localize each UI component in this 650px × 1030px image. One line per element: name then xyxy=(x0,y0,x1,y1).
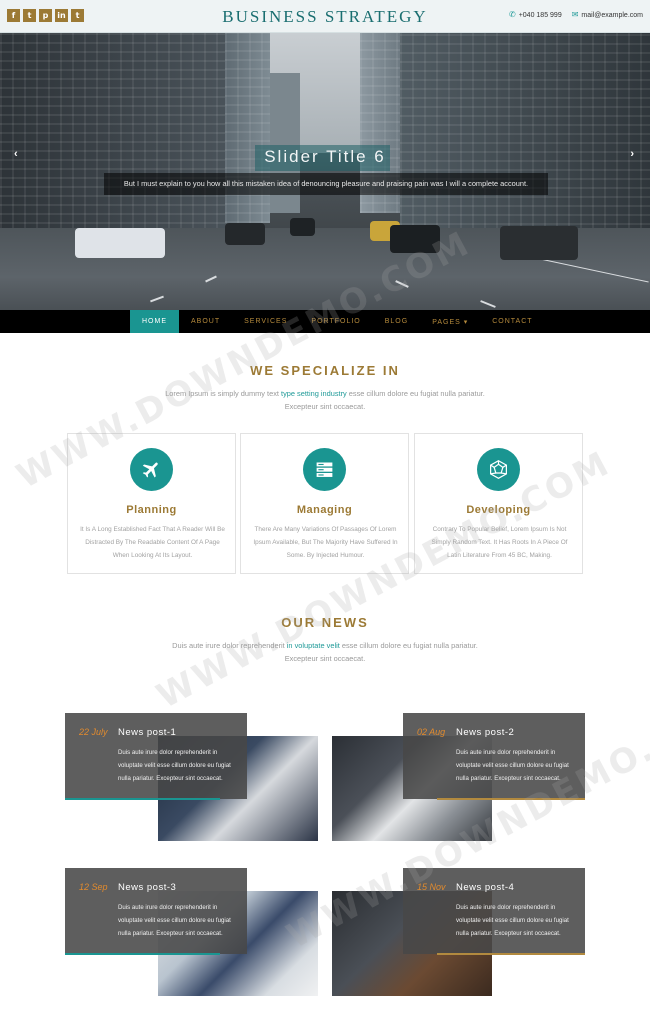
slider-image-building xyxy=(400,33,650,243)
service-card-title: Developing xyxy=(466,504,531,516)
specialize-subtitle: Lorem Ipsum is simply dummy text type se… xyxy=(0,387,650,413)
slider-image-car xyxy=(290,218,315,236)
slider-title: Slider Title 6 xyxy=(264,147,386,166)
nav-items: HOME ABOUT SERVICES PORTFOLIO BLOG PAGES… xyxy=(130,310,545,333)
news-card[interactable]: 12 Sep News post-3 Duis aute irure dolor… xyxy=(65,868,325,998)
news-divider xyxy=(65,953,220,955)
service-card-planning[interactable]: Planning It Is A Long Established Fact T… xyxy=(67,433,236,574)
specialize-subtitle-link[interactable]: type setting industry xyxy=(281,389,347,398)
news-date: 02 Aug xyxy=(417,727,446,737)
news-subtitle-text: esse cillum dolore eu fugiat nulla paria… xyxy=(339,641,478,650)
news-date: 15 Nov xyxy=(417,882,446,892)
news-divider xyxy=(437,953,585,955)
nav-contact[interactable]: CONTACT xyxy=(480,310,544,333)
top-bar: f t p in t BUSINESS STRATEGY ✆ +040 185 9… xyxy=(0,0,650,33)
contact-info: ✆ +040 185 999 ✉ mail@example.com xyxy=(509,10,643,19)
news-subtitle-text: Excepteur sint occaecat. xyxy=(284,654,366,663)
phone-contact: ✆ +040 185 999 xyxy=(509,10,562,19)
main-nav: HOME ABOUT SERVICES PORTFOLIO BLOG PAGES… xyxy=(0,310,650,333)
slider-next-icon[interactable]: › xyxy=(630,148,634,160)
nav-about[interactable]: ABOUT xyxy=(179,310,232,333)
news-excerpt: Duis aute irure dolor reprehenderit in v… xyxy=(456,904,569,937)
news-card[interactable]: 15 Nov News post-4 Duis aute irure dolor… xyxy=(332,868,592,998)
news-title-link[interactable]: News post-4 xyxy=(456,882,514,893)
news-panel: 12 Sep News post-3 Duis aute irure dolor… xyxy=(65,868,247,954)
nav-home[interactable]: HOME xyxy=(130,310,179,333)
news-card[interactable]: 02 Aug News post-2 Duis aute irure dolor… xyxy=(332,713,592,843)
news-date: 12 Sep xyxy=(79,882,108,892)
service-card-title: Planning xyxy=(126,504,177,516)
news-title-link[interactable]: News post-3 xyxy=(118,882,176,893)
slider-image-car xyxy=(225,223,265,245)
hero-slider: Slider Title 6 But I must explain to you… xyxy=(0,33,650,310)
phone-number: +040 185 999 xyxy=(518,12,562,19)
server-icon xyxy=(303,448,346,491)
news-subtitle: Duis aute irure dolor reprehenderit in v… xyxy=(0,639,650,665)
slider-prev-icon[interactable]: ‹ xyxy=(14,148,18,160)
slider-image-car xyxy=(500,226,578,260)
slider-caption: But I must explain to you how all this m… xyxy=(123,179,529,188)
page: f t p in t BUSINESS STRATEGY ✆ +040 185 9… xyxy=(0,0,650,1030)
news-date: 22 July xyxy=(79,727,108,737)
nav-portfolio[interactable]: PORTFOLIO xyxy=(299,310,372,333)
news-card[interactable]: 22 July News post-1 Duis aute irure dolo… xyxy=(65,713,325,843)
slider-image-building xyxy=(0,33,230,233)
phone-icon: ✆ xyxy=(509,10,516,19)
email-contact[interactable]: ✉ mail@example.com xyxy=(572,10,643,19)
airplane-icon xyxy=(130,448,173,491)
service-card-text: There Are Many Variations Of Passages Of… xyxy=(253,526,398,559)
news-excerpt: Duis aute irure dolor reprehenderit in v… xyxy=(118,749,231,782)
service-card-text: Contrary To Popular Belief, Lorem Ipsum … xyxy=(431,526,568,559)
news-divider xyxy=(65,798,220,800)
news-excerpt: Duis aute irure dolor reprehenderit in v… xyxy=(118,904,231,937)
service-card-text: It Is A Long Established Fact That A Rea… xyxy=(80,526,225,559)
specialize-subtitle-text: Lorem Ipsum is simply dummy text xyxy=(165,389,282,398)
mail-icon: ✉ xyxy=(571,10,579,19)
service-card-managing[interactable]: Managing There Are Many Variations Of Pa… xyxy=(240,433,409,574)
slider-image-car xyxy=(75,228,165,258)
news-panel: 15 Nov News post-4 Duis aute irure dolor… xyxy=(403,868,585,954)
nav-pages-dropdown[interactable]: PAGES ▾ xyxy=(420,310,480,333)
news-subtitle-link[interactable]: in voluptate velit xyxy=(287,641,340,650)
nav-blog[interactable]: BLOG xyxy=(373,310,420,333)
service-card-developing[interactable]: Developing Contrary To Popular Belief, L… xyxy=(414,433,583,574)
news-subtitle-text: Duis aute irure dolor reprehenderit xyxy=(172,641,287,650)
news-title-link[interactable]: News post-2 xyxy=(456,727,514,738)
polygon-icon xyxy=(477,448,520,491)
specialize-title: WE SPECIALIZE IN xyxy=(250,363,400,378)
news-divider xyxy=(437,798,585,800)
news-excerpt: Duis aute irure dolor reprehenderit in v… xyxy=(456,749,569,782)
news-title-link[interactable]: News post-1 xyxy=(118,727,176,738)
nav-services[interactable]: SERVICES xyxy=(232,310,299,333)
specialize-subtitle-text: esse cillum dolore eu fugiat nulla paria… xyxy=(346,389,485,398)
news-title: OUR NEWS xyxy=(281,615,369,630)
specialize-subtitle-text: Excepteur sint occaecat. xyxy=(284,402,366,411)
service-card-title: Managing xyxy=(296,504,353,516)
email-address[interactable]: mail@example.com xyxy=(581,12,643,19)
slider-image-car xyxy=(390,225,440,253)
news-panel: 02 Aug News post-2 Duis aute irure dolor… xyxy=(403,713,585,799)
news-panel: 22 July News post-1 Duis aute irure dolo… xyxy=(65,713,247,799)
